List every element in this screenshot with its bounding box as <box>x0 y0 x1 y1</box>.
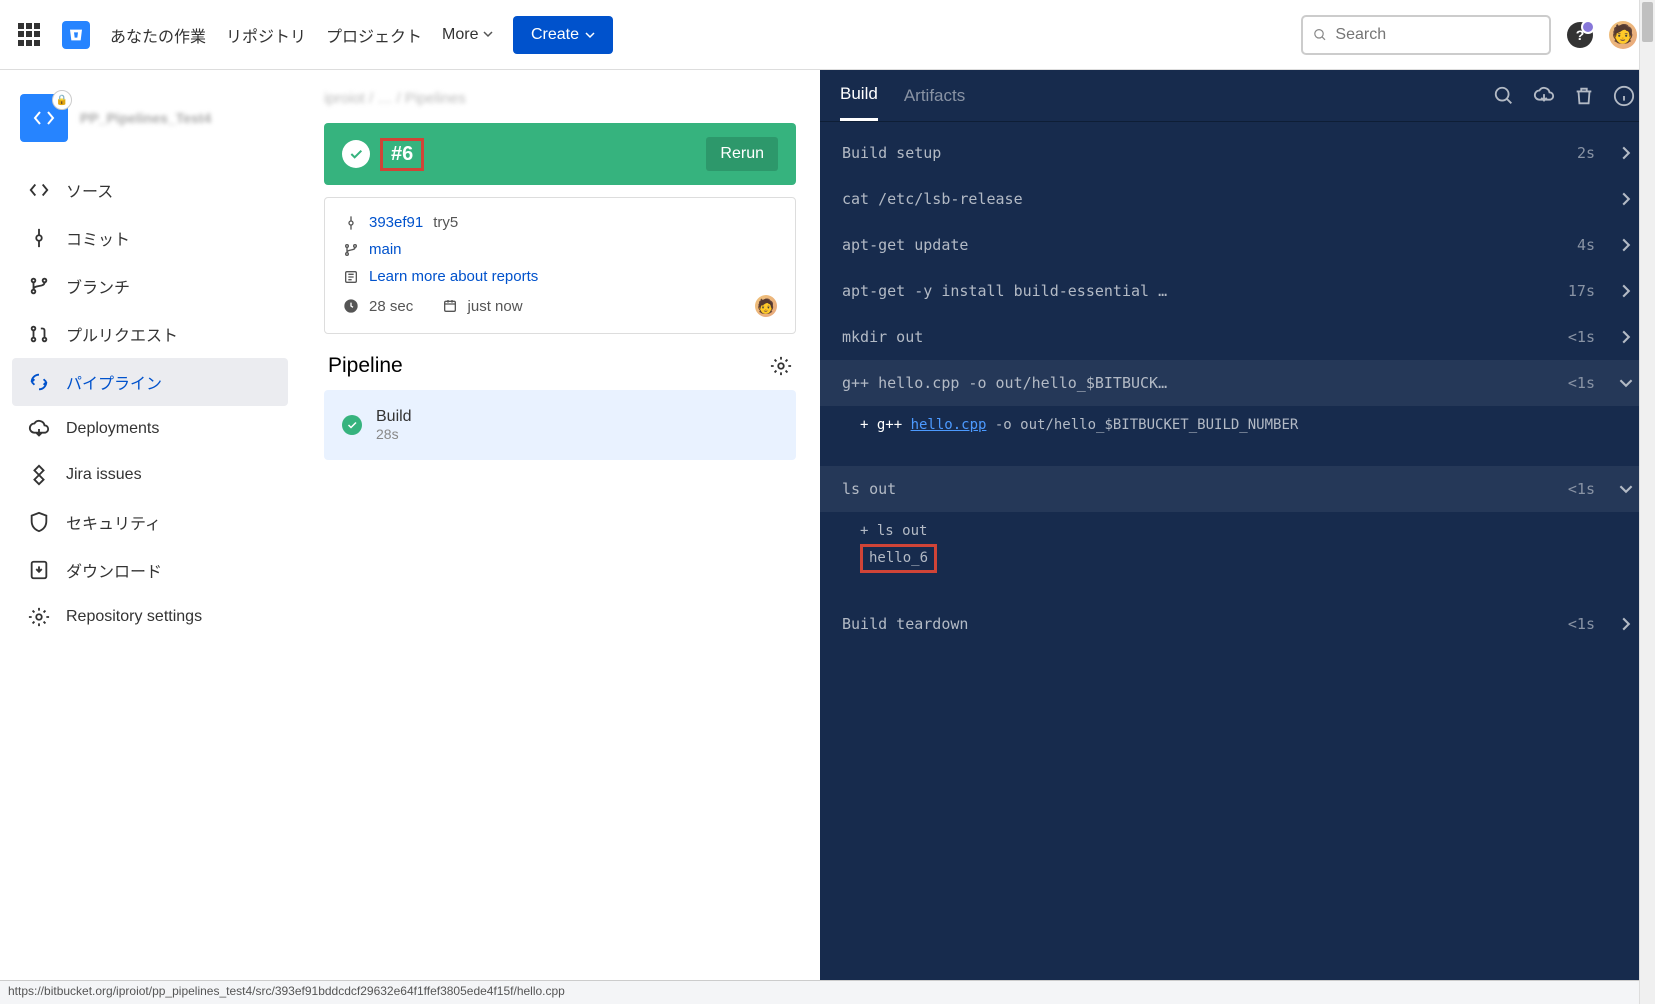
rerun-button[interactable]: Rerun <box>706 137 778 171</box>
repo-name[interactable]: PP_Pipelines_Test4 <box>80 110 211 126</box>
nav-projects[interactable]: プロジェクト <box>326 23 422 47</box>
sidebar-item-jira[interactable]: Jira issues <box>12 452 288 498</box>
sidebar-item-security[interactable]: セキュリティ <box>12 498 288 546</box>
sidebar-item-downloads[interactable]: ダウンロード <box>12 546 288 594</box>
chevron-right-icon <box>1619 330 1633 344</box>
file-link[interactable]: hello.cpp <box>911 417 987 433</box>
sidebar-item-branches[interactable]: ブランチ <box>12 262 288 310</box>
repo-icon <box>20 94 68 142</box>
calendar-icon <box>442 298 458 314</box>
output-highlight: hello_6 <box>860 544 937 574</box>
nav-more[interactable]: More <box>442 26 493 44</box>
step-row[interactable]: ls out <1s <box>820 466 1655 512</box>
reports-icon <box>343 269 359 285</box>
branch-name[interactable]: main <box>369 241 402 258</box>
help-icon[interactable]: ? <box>1567 22 1593 48</box>
pipeline-settings-icon[interactable] <box>770 355 792 377</box>
step-duration: 28s <box>376 426 412 442</box>
search-box[interactable] <box>1301 15 1551 55</box>
commit-msg: try5 <box>433 214 458 231</box>
search-icon <box>1313 27 1327 43</box>
success-icon <box>342 140 370 168</box>
author-avatar[interactable]: 🧑 <box>755 295 777 317</box>
run-info-card: 393ef91 try5 main Learn more about repor… <box>324 197 796 334</box>
commit-hash[interactable]: 393ef91 <box>369 214 423 231</box>
nav-your-work[interactable]: あなたの作業 <box>110 23 206 47</box>
chevron-right-icon <box>1619 146 1633 160</box>
breadcrumb[interactable]: iproiot / … / Pipelines <box>324 90 796 107</box>
nav-repositories[interactable]: リポジトリ <box>226 23 306 47</box>
reports-link[interactable]: Learn more about reports <box>369 268 538 285</box>
top-nav: あなたの作業 リポジトリ プロジェクト More Create ? 🧑 <box>0 0 1655 70</box>
tab-build[interactable]: Build <box>840 84 878 121</box>
sidebar-item-deployments[interactable]: Deployments <box>12 406 288 452</box>
step-row[interactable]: apt-get -y install build-essential … 17s <box>820 268 1655 314</box>
sidebar-item-commits[interactable]: コミット <box>12 214 288 262</box>
step-row[interactable]: Build teardown <1s <box>820 601 1655 647</box>
create-button[interactable]: Create <box>513 16 613 54</box>
sidebar: PP_Pipelines_Test4 ソース コミット ブランチ プルリクエスト… <box>0 70 300 980</box>
bitbucket-logo[interactable] <box>62 21 90 49</box>
download-log-icon[interactable] <box>1533 85 1555 107</box>
sidebar-item-source[interactable]: ソース <box>12 166 288 214</box>
chevron-down-icon <box>1619 376 1633 390</box>
user-avatar[interactable]: 🧑 <box>1609 21 1637 49</box>
step-row[interactable]: cat /etc/lsb-release <box>820 176 1655 222</box>
step-row[interactable]: mkdir out <1s <box>820 314 1655 360</box>
delete-log-icon[interactable] <box>1573 85 1595 107</box>
scrollbar[interactable] <box>1639 0 1655 1004</box>
run-number: #6 <box>380 138 424 171</box>
sidebar-item-settings[interactable]: Repository settings <box>12 594 288 640</box>
info-icon[interactable] <box>1613 85 1635 107</box>
step-row[interactable]: apt-get update 4s <box>820 222 1655 268</box>
chevron-right-icon <box>1619 284 1633 298</box>
chevron-right-icon <box>1619 617 1633 631</box>
step-output: + g++ hello.cpp -o out/hello_$BITBUCKET_… <box>820 406 1655 466</box>
terminal-body: Build setup 2s cat /etc/lsb-release apt-… <box>820 122 1655 980</box>
status-bar: https://bitbucket.org/iproiot/pp_pipelin… <box>0 980 1655 1004</box>
chevron-down-icon <box>1619 482 1633 496</box>
step-output: + ls out hello_6 <box>820 512 1655 602</box>
step-name: Build <box>376 408 412 425</box>
search-log-icon[interactable] <box>1493 85 1515 107</box>
run-banner: #6 Rerun <box>324 123 796 185</box>
search-input[interactable] <box>1335 26 1539 44</box>
run-duration: 28 sec <box>369 298 413 315</box>
commit-icon <box>343 215 359 231</box>
step-success-icon <box>342 415 362 435</box>
sidebar-item-pipelines[interactable]: パイプライン <box>12 358 288 406</box>
pipeline-title: Pipeline <box>328 354 403 378</box>
clock-icon <box>343 298 359 314</box>
step-row[interactable]: Build setup 2s <box>820 130 1655 176</box>
branch-icon <box>343 242 359 258</box>
run-when: just now <box>468 298 523 315</box>
step-row[interactable]: g++ hello.cpp -o out/hello_$BITBUCK… <1s <box>820 360 1655 406</box>
tab-artifacts[interactable]: Artifacts <box>904 86 965 120</box>
app-switcher-icon[interactable] <box>18 23 42 47</box>
sidebar-item-pullrequests[interactable]: プルリクエスト <box>12 310 288 358</box>
chevron-right-icon <box>1619 238 1633 252</box>
chevron-right-icon <box>1619 192 1633 206</box>
terminal-panel: Build Artifacts Build setup 2s cat /etc/… <box>820 70 1655 980</box>
pipeline-step-card[interactable]: Build 28s <box>324 390 796 460</box>
main-content: iproiot / … / Pipelines #6 Rerun 393ef91… <box>300 70 820 980</box>
